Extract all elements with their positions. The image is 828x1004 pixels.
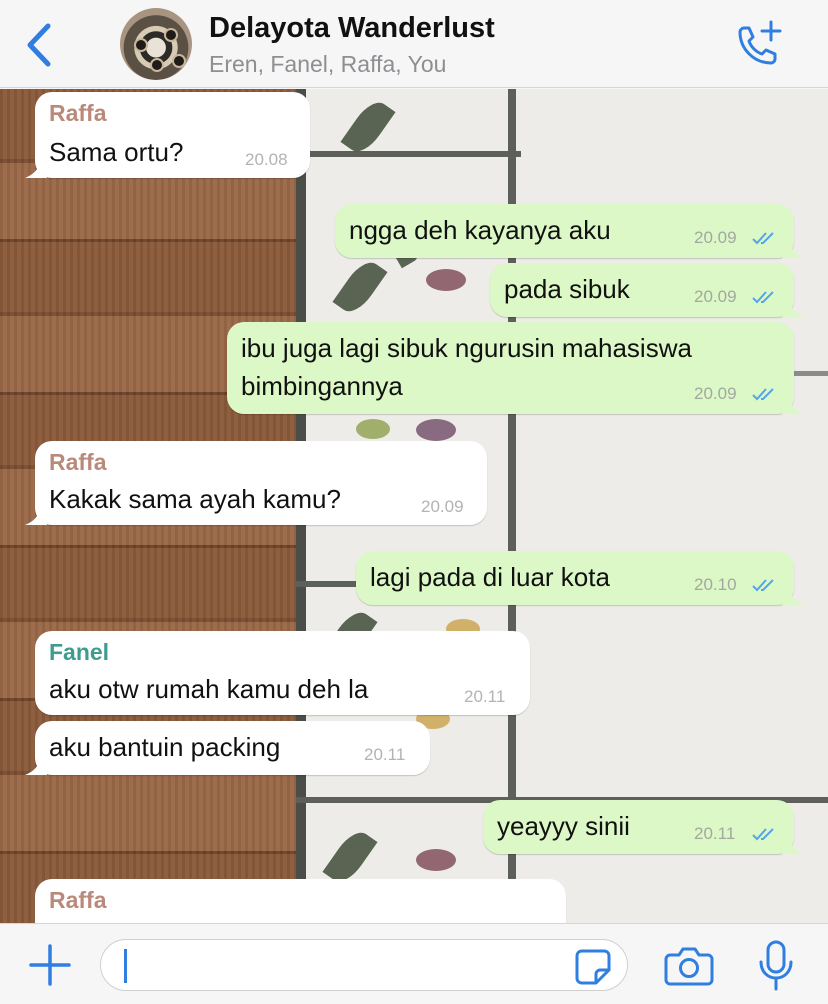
message-bubble[interactable]: ngga deh kayanya aku 20.09 bbox=[335, 204, 804, 258]
message-text: ibu juga lagi sibuk ngurusin mahasiswa bbox=[241, 333, 692, 363]
read-receipt-icon bbox=[752, 388, 774, 401]
message-time: 20.08 bbox=[245, 150, 288, 169]
sender-name[interactable]: Raffa bbox=[49, 449, 107, 476]
sender-name[interactable]: Raffa bbox=[49, 887, 107, 914]
message-bubble[interactable]: Raffa Kakak sama ayah kamu? 20.09 bbox=[25, 441, 487, 525]
group-avatar[interactable] bbox=[120, 8, 192, 80]
message-bubble[interactable]: yeayyy sinii 20.11 bbox=[483, 800, 804, 854]
message-bubble[interactable]: Raffa Sama ortu? 20.08 bbox=[25, 92, 310, 178]
message-time: 20.11 bbox=[694, 824, 736, 843]
message-time: 20.09 bbox=[694, 287, 737, 306]
message-bubble[interactable]: Fanel aku otw rumah kamu deh la 20.11 bbox=[35, 631, 530, 715]
plus-icon[interactable] bbox=[28, 943, 72, 987]
sender-name[interactable]: Fanel bbox=[49, 639, 109, 666]
read-receipt-icon bbox=[752, 291, 774, 304]
sticker-icon[interactable] bbox=[574, 948, 612, 986]
chevron-left-icon[interactable] bbox=[20, 22, 60, 68]
message-text: yeayyy sinii bbox=[497, 811, 630, 841]
message-text: bimbingannya bbox=[241, 371, 403, 401]
message-time: 20.09 bbox=[694, 384, 737, 403]
composer-bar bbox=[0, 923, 828, 1004]
message-text: pada sibuk bbox=[504, 274, 630, 304]
sender-name[interactable]: Raffa bbox=[49, 100, 107, 127]
message-text: Sama ortu? bbox=[49, 137, 184, 167]
message-text: aku otw rumah kamu deh la bbox=[49, 674, 369, 704]
text-caret bbox=[124, 949, 127, 983]
message-time: 20.09 bbox=[694, 228, 737, 247]
message-text: lagi pada di luar kota bbox=[370, 562, 610, 592]
message-time: 20.11 bbox=[364, 745, 406, 764]
read-receipt-icon bbox=[752, 579, 774, 592]
message-text: Kakak sama ayah kamu? bbox=[49, 484, 341, 514]
message-text: ngga deh kayanya aku bbox=[349, 215, 611, 245]
group-members[interactable]: Eren, Fanel, Raffa, You bbox=[209, 51, 446, 78]
camera-icon[interactable] bbox=[664, 946, 714, 986]
chat-header: Delayota Wanderlust Eren, Fanel, Raffa, … bbox=[0, 0, 828, 88]
message-time: 20.10 bbox=[694, 575, 737, 594]
microphone-icon[interactable] bbox=[756, 940, 796, 992]
phone-plus-icon[interactable] bbox=[732, 20, 784, 68]
group-title[interactable]: Delayota Wanderlust bbox=[209, 12, 495, 45]
message-list[interactable]: Raffa Sama ortu? 20.08 ngga deh kayanya … bbox=[0, 89, 828, 923]
message-bubble[interactable]: aku bantuin packing 20.11 bbox=[25, 721, 430, 775]
message-bubble[interactable]: Raffa bbox=[35, 879, 566, 923]
message-bubble[interactable]: pada sibuk 20.09 bbox=[490, 263, 804, 317]
read-receipt-icon bbox=[752, 828, 774, 841]
message-time: 20.09 bbox=[421, 497, 464, 516]
read-receipt-icon bbox=[752, 232, 774, 245]
message-bubble[interactable]: ibu juga lagi sibuk ngurusin mahasiswa b… bbox=[227, 322, 804, 414]
message-input[interactable] bbox=[100, 939, 628, 991]
message-text: aku bantuin packing bbox=[49, 732, 281, 762]
message-time: 20.11 bbox=[464, 687, 506, 706]
message-bubble[interactable]: lagi pada di luar kota 20.10 bbox=[356, 551, 804, 605]
